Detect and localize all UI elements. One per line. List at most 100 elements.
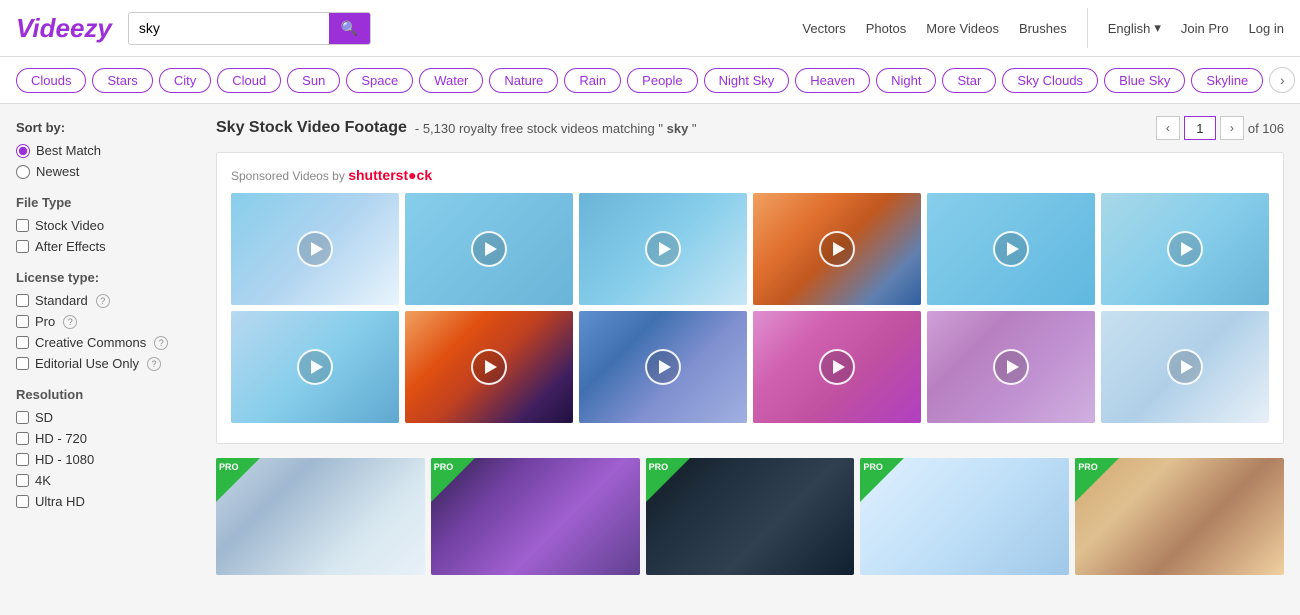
pro-badge-1: PRO [219,462,239,472]
video-thumb-6[interactable] [1101,193,1269,305]
main-layout: Sort by: Best Match Newest File Type Sto… [0,104,1300,599]
res-4k[interactable]: 4K [16,473,184,488]
tag-nature[interactable]: Nature [489,68,558,93]
tag-skyline[interactable]: Skyline [1191,68,1263,93]
sort-newest[interactable]: Newest [16,164,184,179]
res-sd[interactable]: SD [16,410,184,425]
video-thumb-1[interactable] [231,193,399,305]
creative-commons-help-icon[interactable]: ? [154,336,168,350]
video-thumb-8[interactable] [405,311,573,423]
nav-brushes[interactable]: Brushes [1019,21,1067,36]
pro-thumb-1[interactable]: PRO [216,458,425,575]
chevron-down-icon: ▾ [1154,20,1161,36]
play-button-5[interactable] [993,231,1029,267]
page-prev-button[interactable]: ‹ [1156,116,1180,140]
play-button-4[interactable] [819,231,855,267]
file-after-effects-label: After Effects [35,239,106,254]
pro-badge-5: PRO [1078,462,1098,472]
total-pages: of 106 [1248,121,1284,136]
video-thumb-2[interactable] [405,193,573,305]
standard-help-icon[interactable]: ? [96,294,110,308]
language-label: English [1108,21,1151,36]
tag-night-sky[interactable]: Night Sky [704,68,790,93]
tag-blue-sky[interactable]: Blue Sky [1104,68,1185,93]
tag-space[interactable]: Space [346,68,413,93]
shutterstock-brand: shutterst●ck [348,167,432,183]
nav-photos[interactable]: Photos [866,21,906,36]
pagination: ‹ 1 › of 106 [1156,116,1284,140]
sort-newest-label: Newest [36,164,79,179]
sort-best-match-label: Best Match [36,143,101,158]
tag-night[interactable]: Night [876,68,936,93]
language-selector[interactable]: English ▾ [1108,20,1161,36]
sponsored-row-1 [231,193,1269,305]
license-standard-label: Standard [35,293,88,308]
play-button-9[interactable] [645,349,681,385]
license-pro-label: Pro [35,314,55,329]
video-thumb-10[interactable] [753,311,921,423]
pro-badge-2: PRO [434,462,454,472]
pro-videos-row: PRO PRO PRO PRO PRO [216,458,1284,575]
file-stock-video[interactable]: Stock Video [16,218,184,233]
tag-rain[interactable]: Rain [564,68,621,93]
video-thumb-11[interactable] [927,311,1095,423]
file-stock-video-label: Stock Video [35,218,104,233]
license-pro[interactable]: Pro ? [16,314,184,329]
play-button-7[interactable] [297,349,333,385]
file-after-effects[interactable]: After Effects [16,239,184,254]
editorial-help-icon[interactable]: ? [147,357,161,371]
tag-people[interactable]: People [627,68,697,93]
license-creative-commons[interactable]: Creative Commons ? [16,335,184,350]
site-logo: Videezy [16,13,112,44]
tag-city[interactable]: City [159,68,211,93]
video-thumb-7[interactable] [231,311,399,423]
sort-best-match[interactable]: Best Match [16,143,184,158]
tag-cloud[interactable]: Cloud [217,68,281,93]
search-button[interactable]: 🔍 [329,13,370,44]
tag-water[interactable]: Water [419,68,483,93]
video-thumb-9[interactable] [579,311,747,423]
play-button-8[interactable] [471,349,507,385]
tag-sun[interactable]: Sun [287,68,340,93]
video-thumb-12[interactable] [1101,311,1269,423]
video-thumb-3[interactable] [579,193,747,305]
tags-bar: Clouds Stars City Cloud Sun Space Water … [0,57,1300,104]
pro-thumb-5[interactable]: PRO [1075,458,1284,575]
tag-star[interactable]: Star [942,68,996,93]
license-editorial[interactable]: Editorial Use Only ? [16,356,184,371]
play-button-3[interactable] [645,231,681,267]
play-button-1[interactable] [297,231,333,267]
pro-thumb-2[interactable]: PRO [431,458,640,575]
tag-stars[interactable]: Stars [92,68,152,93]
search-input[interactable] [129,14,329,42]
video-thumb-4[interactable] [753,193,921,305]
tag-heaven[interactable]: Heaven [795,68,870,93]
tag-clouds[interactable]: Clouds [16,68,86,93]
login-link[interactable]: Log in [1249,21,1284,36]
play-button-11[interactable] [993,349,1029,385]
page-next-button[interactable]: › [1220,116,1244,140]
video-thumb-5[interactable] [927,193,1095,305]
nav-more-videos[interactable]: More Videos [926,21,999,36]
sort-by-label: Sort by: [16,120,65,135]
nav-vectors[interactable]: Vectors [802,21,845,36]
tags-next-arrow[interactable]: › [1269,67,1295,93]
pro-thumb-3[interactable]: PRO [646,458,855,575]
play-button-6[interactable] [1167,231,1203,267]
pro-help-icon[interactable]: ? [63,315,77,329]
sidebar: Sort by: Best Match Newest File Type Sto… [0,104,200,599]
results-count: - 5,130 royalty free stock videos matchi… [415,121,697,136]
res-4k-label: 4K [35,473,51,488]
res-ultra-hd[interactable]: Ultra HD [16,494,184,509]
license-standard[interactable]: Standard ? [16,293,184,308]
join-pro-link[interactable]: Join Pro [1181,21,1229,36]
res-hd720[interactable]: HD - 720 [16,431,184,446]
res-hd1080[interactable]: HD - 1080 [16,452,184,467]
play-button-12[interactable] [1167,349,1203,385]
play-button-2[interactable] [471,231,507,267]
sponsored-box: Sponsored Videos by shutterst●ck [216,152,1284,444]
play-button-10[interactable] [819,349,855,385]
tag-sky-clouds[interactable]: Sky Clouds [1002,68,1098,93]
pro-thumb-4[interactable]: PRO [860,458,1069,575]
license-creative-commons-label: Creative Commons [35,335,146,350]
